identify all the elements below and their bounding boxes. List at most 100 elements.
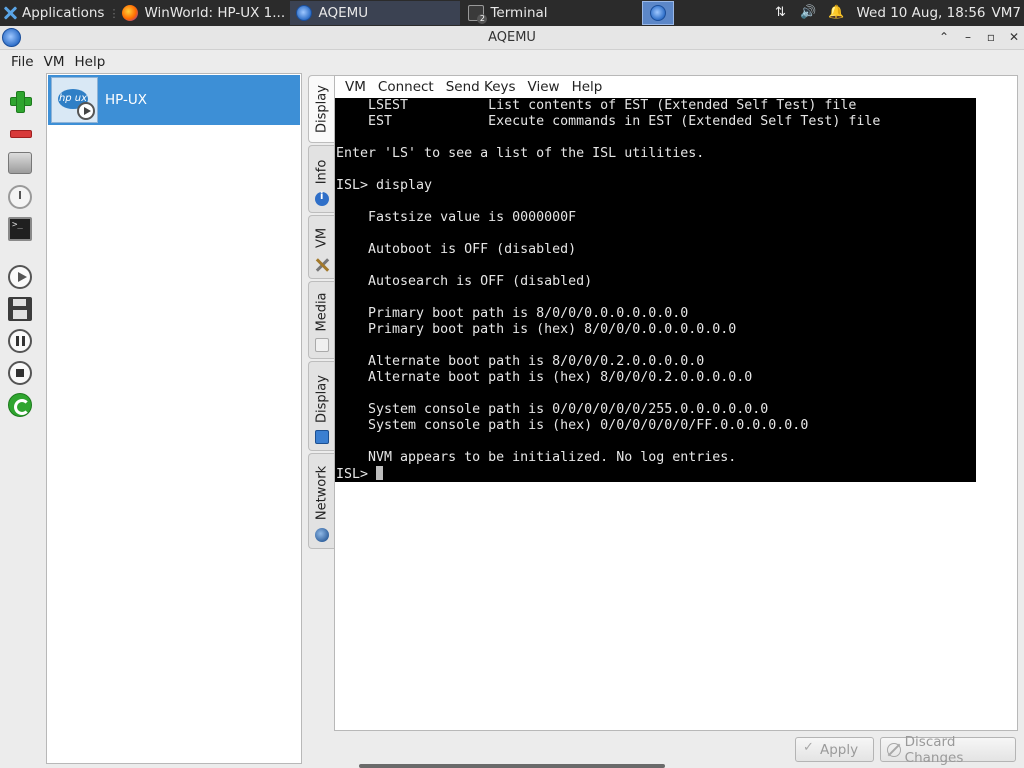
delete-icon[interactable] (8, 120, 32, 144)
discard-label: Discard Changes (904, 733, 964, 766)
tab-label: Display (314, 85, 329, 133)
menu-file[interactable]: File (11, 54, 34, 70)
vm-name: HP-UX (105, 92, 147, 108)
console-line: Autoboot is OFF (disabled) (336, 242, 577, 257)
menubar: File VM Help (0, 51, 1024, 72)
apply-label: Apply (820, 741, 859, 758)
maximize-up-icon[interactable]: ⌃ (936, 29, 952, 45)
xfce-logo-icon (2, 5, 18, 21)
applications-label: Applications (22, 5, 105, 21)
menu-help[interactable]: Help (74, 54, 105, 70)
taskbar-aqemu-vm[interactable] (642, 1, 675, 25)
tab-label: Network (314, 466, 329, 521)
clock[interactable]: Wed 10 Aug, 18:56 (856, 5, 985, 21)
window-titlebar[interactable]: AQEMU ⌃ – ▫ ✕ (0, 26, 1024, 50)
tools-icon (315, 258, 329, 272)
top-panel: Applications ⋮ WinWorld: HP-UX 1... AQEM… (0, 0, 1024, 26)
applications-menu[interactable]: Applications (0, 0, 108, 26)
terminal-icon[interactable] (8, 217, 32, 241)
vm-list-item[interactable]: hp ux HP-UX (48, 75, 300, 125)
tab-network[interactable]: Network (308, 453, 334, 549)
notification-bell-icon[interactable]: 🔔 (826, 5, 846, 21)
pause-icon[interactable] (8, 329, 32, 353)
tab-media[interactable]: Media (308, 281, 334, 359)
console-menu-view[interactable]: View (528, 79, 560, 95)
close-icon[interactable]: ✕ (1006, 29, 1022, 45)
tab-label: Info (314, 160, 329, 185)
vm-list: hp ux HP-UX (46, 73, 302, 764)
console-line: Autosearch is OFF (disabled) (336, 274, 593, 289)
cancel-icon (887, 742, 901, 757)
stop-icon[interactable] (8, 361, 32, 385)
console-menu-help[interactable]: Help (572, 79, 603, 95)
console-line: ISL> display (336, 178, 433, 193)
vm-thumbnail: hp ux (51, 77, 98, 123)
network-icon (315, 528, 329, 542)
save-icon[interactable] (8, 297, 32, 321)
horizontal-scrollbar[interactable] (359, 764, 665, 768)
info-icon (315, 191, 329, 206)
network-transfer-icon[interactable]: ⇅ (770, 5, 790, 21)
user-label[interactable]: VM7 (992, 5, 1021, 21)
console-menu-vm[interactable]: VM (345, 79, 366, 95)
restore-icon[interactable]: ▫ (983, 29, 999, 45)
console-menu-send-keys[interactable]: Send Keys (446, 79, 516, 95)
checkmark-icon (802, 740, 816, 757)
tab-label: Media (314, 292, 329, 332)
reset-icon[interactable] (8, 393, 32, 417)
console-line: System console path is (hex) 0/0/0/0/0/0… (336, 418, 809, 433)
menu-vm[interactable]: VM (44, 54, 65, 70)
console-menu-connect[interactable]: Connect (378, 79, 434, 95)
apply-button[interactable]: Apply (795, 737, 874, 762)
tab-display-settings[interactable]: Display (308, 361, 334, 451)
window-title: AQEMU (488, 30, 536, 45)
vm-console-screen[interactable]: LSEST List contents of EST (Extended Sel… (335, 98, 976, 482)
console-cursor (376, 466, 384, 480)
tab-display-console[interactable]: Display (308, 75, 334, 143)
media-icon (315, 338, 329, 352)
display-panel: VM Connect Send Keys View Help LSEST Lis… (334, 75, 1018, 731)
taskbar-firefox[interactable]: WinWorld: HP-UX 1... (116, 1, 288, 25)
console-line: Fastsize value is 0000000F (336, 210, 577, 225)
drive-icon[interactable] (8, 152, 32, 174)
console-line: Alternate boot path is 8/0/0/0.2.0.0.0.0… (336, 354, 705, 369)
display-icon (315, 430, 329, 444)
console-prompt: ISL> (336, 467, 377, 482)
aqemu-icon (296, 5, 313, 21)
console-line: Enter 'LS' to see a list of the ISL util… (336, 146, 705, 161)
minimize-icon[interactable]: – (960, 29, 976, 45)
tab-info[interactable]: Info (308, 145, 334, 213)
tab-vm[interactable]: VM (308, 215, 334, 279)
vm-console-menubar: VM Connect Send Keys View Help (335, 76, 976, 98)
volume-icon[interactable]: 🔊 (798, 5, 818, 21)
terminal-icon (468, 5, 488, 24)
system-tray: ⇅ 🔊 🔔 Wed 10 Aug, 18:56 VM7 (766, 0, 1024, 26)
add-icon[interactable] (8, 89, 32, 113)
console-line: Primary boot path is 8/0/0/0.0.0.0.0.0.0 (336, 306, 689, 321)
taskbar-terminal[interactable]: Terminal (462, 1, 634, 25)
console-line: LSEST List contents of EST (Extended Sel… (336, 98, 857, 113)
clock-icon[interactable] (8, 185, 32, 209)
aqemu-icon (650, 5, 667, 21)
console-line: Alternate boot path is (hex) 8/0/0/0.2.0… (336, 370, 753, 385)
console-line: System console path is 0/0/0/0/0/0/255.0… (336, 402, 769, 417)
console-prompt-line: ISL> (336, 466, 976, 482)
taskbar-label: WinWorld: HP-UX 1... (144, 5, 286, 21)
tab-label: Display (314, 374, 329, 423)
taskbar-aqemu[interactable]: AQEMU (290, 1, 461, 25)
taskbar-label: AQEMU (318, 5, 369, 21)
vm-running-play-icon (77, 102, 95, 120)
console-line: EST Execute commands in EST (Extended Se… (336, 114, 881, 129)
vm-tabs: Display Info VM Media Display Network (308, 75, 334, 555)
play-icon[interactable] (8, 265, 32, 289)
firefox-icon (122, 5, 139, 21)
panel-separator: ⋮ (108, 6, 120, 20)
discard-changes-button[interactable]: Discard Changes (880, 734, 1016, 766)
